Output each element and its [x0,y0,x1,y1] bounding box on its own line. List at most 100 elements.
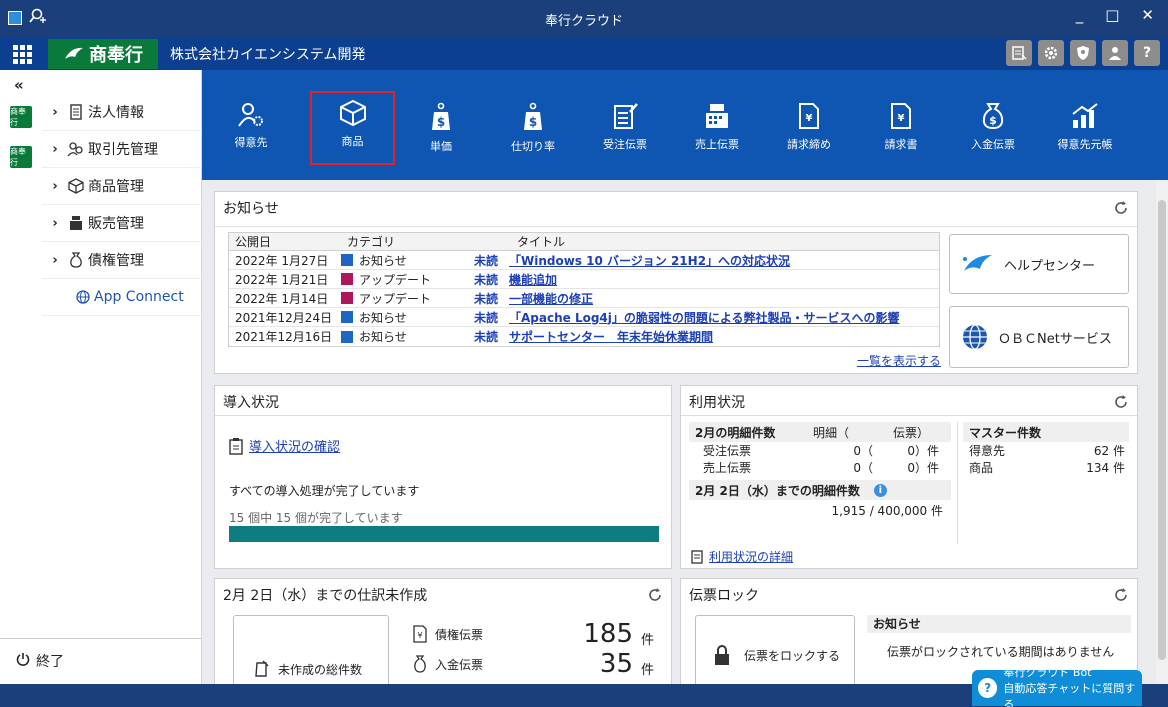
news-title-link[interactable]: 機能追加 [505,271,939,288]
bot-title: 奉行クラウド Bot [1003,666,1092,679]
journal-item-label: 入金伝票 [435,657,484,672]
window-title: 奉行クラウド [544,14,623,29]
sidebar-item-label: 法人情報 [88,105,144,121]
read-status: 未読 [473,330,498,344]
help-center-button[interactable]: ヘルプセンター [949,234,1129,294]
app-grid-icon[interactable] [12,44,32,64]
sidebar-item-corporate[interactable]: › 法人情報 [42,94,202,131]
column-header: 伝票） [893,425,930,440]
cube-icon [64,178,88,194]
news-title-link[interactable]: 一部機能の修正 [505,290,939,307]
sidebar-item-receivables[interactable]: › 債権管理 [42,242,202,279]
document-edit-icon [255,660,269,677]
app-tile-1[interactable]: 商奉行 [10,106,32,128]
chevron-right-icon: › [52,104,58,120]
usage-detail[interactable]: 利用状況の詳細 [691,548,793,565]
news-category: お知らせ [359,330,407,344]
tool-label: 受注伝票 [603,138,647,151]
tool-invoice[interactable]: ¥ 請求書 [860,96,942,164]
usage-row-label: 売上伝票 [703,461,752,475]
invoice-icon: ¥ [799,103,819,129]
journal-item-label: 債権伝票 [435,627,484,642]
bird-icon [65,47,83,59]
chevron-right-icon: › [52,215,58,231]
tool-payment-slip[interactable]: $ 入金伝票 [952,96,1034,164]
tool-sales-slip[interactable]: 売上伝票 [676,96,758,164]
news-title-link[interactable]: サポートセンター 年末年始休業期間 [505,328,939,345]
help-icon[interactable]: ? [1134,40,1160,66]
table-row[interactable]: 2021年12月16日 お知らせ 未読 サポートセンター 年末年始休業期間 [229,327,939,346]
intro-check[interactable]: 導入状況の確認 [229,436,340,455]
intro-check-link[interactable]: 導入状況の確認 [249,436,340,455]
sidebar-item-partners[interactable]: › 取引先管理 [42,131,202,168]
maximize-icon[interactable]: □ [1105,6,1119,24]
usage-detail-link[interactable]: 利用状況の詳細 [709,548,793,565]
news-title-link[interactable]: 「Windows 10 バージョン 21H2」への対応状況 [505,252,939,269]
journal-item-1[interactable]: ¥ 債権伝票 185 件 [413,619,663,649]
user-icon[interactable] [1102,40,1128,66]
journal-item-2[interactable]: 入金伝票 35 件 [413,649,663,679]
title-bar: 奉行クラウド _ □ ✕ [0,0,1168,37]
intro-count-text: 15 個中 15 個が完了しています [229,511,403,525]
exit-button[interactable]: 終了 [0,638,202,683]
master-value: 62 件 [1093,444,1125,458]
people-icon [64,141,88,157]
app-header: 商奉行 株式会社カイエンシステム開発 ? [0,37,1168,70]
tool-rate[interactable]: $ 仕切り率 [492,96,574,164]
tool-unit-price[interactable]: $ 単価 [400,96,482,164]
refresh-icon[interactable] [647,587,663,607]
news-date: 2021年12月16日 [235,330,333,344]
table-row[interactable]: 2022年 1月21日 アップデート 未読 機能追加 [229,270,939,289]
tool-order-slip[interactable]: 受注伝票 [584,96,666,164]
info-icon[interactable]: i [873,483,887,497]
sidebar-item-app-connect[interactable]: App Connect [42,279,202,316]
tool-billing-close[interactable]: ¥ 請求締め [768,96,850,164]
tool-customer[interactable]: 得意先 [210,96,292,164]
journal-item-value: 35 [599,649,633,679]
tool-product[interactable]: 商品 [310,91,395,165]
journal-total-box[interactable]: 未作成の総件数 [233,615,389,695]
obc-net-button[interactable]: ＯＢＣNetサービス [949,306,1129,368]
invoice-icon: ¥ [891,103,911,129]
clipboard-icon [229,437,243,455]
svg-text:¥: ¥ [806,113,813,124]
news-title-link[interactable]: 「Apache Log4j」の脆弱性の問題による弊社製品・サービスへの影響 [505,309,939,326]
sidebar-item-products[interactable]: › 商品管理 [42,168,202,205]
chat-bot-button[interactable]: ? 奉行クラウド Bot 自動応答チャットに質問する [972,666,1142,707]
tool-label: 得意先元帳 [1057,138,1113,151]
building-icon [64,104,88,120]
divider [957,422,958,544]
refresh-icon[interactable] [1113,200,1129,220]
usage-until-title: 2月 2日（水）までの明細件数 [695,483,860,498]
close-icon[interactable]: ✕ [1141,6,1154,24]
gear-icon[interactable] [1038,40,1064,66]
bar-chart-icon [1072,103,1098,128]
table-row[interactable]: 2022年 1月14日 アップデート 未読 一部機能の修正 [229,289,939,308]
lock-slip-label: 伝票をロックする [744,648,841,663]
usage-detail-table: 2月の明細件数 明細（ 伝票） 受注伝票 0（ 0）件 売上伝票 0（ 0）件 … [689,422,951,519]
column-header: 公開日 [235,235,272,249]
sidebar-item-label: App Connect [94,289,184,305]
tool-label: 得意先 [234,136,268,149]
tool-customer-ledger[interactable]: 得意先元帳 [1044,96,1126,164]
usage-detail-title: 2月の明細件数 [695,425,776,440]
collapse-icon[interactable]: « [14,76,24,94]
category-color [341,273,353,285]
lock-slip-button[interactable]: 伝票をロックする [695,615,855,695]
shield-icon[interactable] [1070,40,1096,66]
news-icon[interactable] [1006,40,1032,66]
refresh-icon[interactable] [1113,394,1129,414]
refresh-icon[interactable] [1113,587,1129,607]
scrollbar[interactable] [1156,180,1168,684]
scrollbar-thumb[interactable] [1158,200,1166,660]
table-row[interactable]: 2021年12月24日 お知らせ 未読 「Apache Log4j」の脆弱性の問… [229,308,939,327]
minimize-icon[interactable]: _ [1076,6,1084,24]
intro-panel: 導入状況 導入状況の確認 すべての導入処理が完了しています 15 個中 15 個… [214,385,672,569]
app-tile-2[interactable]: 商奉行 [10,146,32,168]
sidebar-item-sales[interactable]: › 販売管理 [42,205,202,242]
brand-logo[interactable]: 商奉行 [48,39,158,69]
show-all-link[interactable]: 一覧を表示する [857,352,941,369]
obc-net-label: ＯＢＣNetサービス [998,331,1112,347]
table-row[interactable]: 2022年 1月27日 お知らせ 未読 「Windows 10 バージョン 21… [229,251,939,270]
read-status: 未読 [473,253,498,268]
